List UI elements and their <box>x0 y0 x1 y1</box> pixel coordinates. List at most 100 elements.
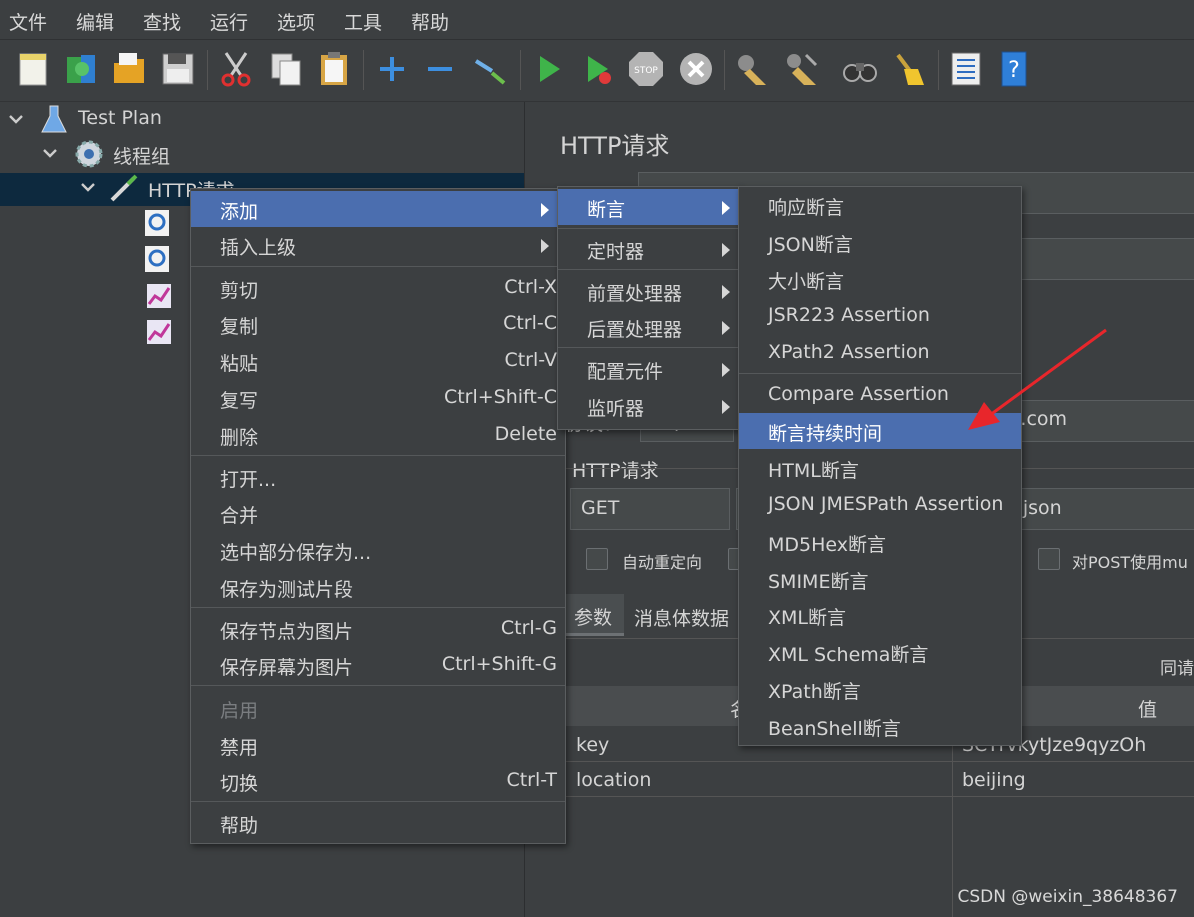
tab-parameters[interactable]: 参数 <box>566 594 624 636</box>
open-folder-icon[interactable] <box>110 49 150 89</box>
save-icon[interactable] <box>158 49 198 89</box>
chevron-down-icon[interactable] <box>78 178 98 198</box>
column-value: 值 <box>1138 699 1158 721</box>
toolbar-separator <box>363 50 364 90</box>
menu-edit[interactable]: 编辑 <box>76 8 114 35</box>
menu-run[interactable]: 运行 <box>210 8 248 35</box>
new-file-icon[interactable] <box>14 49 54 89</box>
submenu-item-timer[interactable]: 定时器 <box>558 231 740 267</box>
menu-item-toggle[interactable]: 切换 Ctrl-T <box>191 763 565 799</box>
paste-icon[interactable] <box>314 49 354 89</box>
menu-separator <box>191 685 565 686</box>
assertion-item-smime[interactable]: SMIME断言 <box>739 561 1021 597</box>
cut-icon[interactable] <box>216 49 256 89</box>
menu-item-paste[interactable]: 粘贴 Ctrl-V <box>191 343 565 379</box>
tree-item-test-plan[interactable]: Test Plan <box>78 107 162 129</box>
chevron-down-icon[interactable] <box>6 110 26 130</box>
graph-icon <box>147 320 171 344</box>
toolbar-separator <box>207 50 208 90</box>
menu-item-save-selection[interactable]: 选中部分保存为... <box>191 532 565 568</box>
copy-icon[interactable] <box>266 49 306 89</box>
submenu-item-post-processor[interactable]: 后置处理器 <box>558 309 740 345</box>
menu-separator <box>191 266 565 267</box>
assertion-item-md5hex[interactable]: MD5Hex断言 <box>739 524 1021 560</box>
menu-item-insert-parent[interactable]: 插入上级 <box>191 227 565 263</box>
toolbar-separator <box>520 50 521 90</box>
tab-body-data[interactable]: 消息体数据 <box>634 604 729 631</box>
toolbar-separator <box>938 50 939 90</box>
multipart-label: 对POST使用mu <box>1072 553 1188 572</box>
menu-tools[interactable]: 工具 <box>344 8 382 35</box>
menu-item-merge[interactable]: 合并 <box>191 495 565 531</box>
function-helper-icon[interactable] <box>946 49 986 89</box>
send-with-request-label: 同请 <box>1160 659 1194 679</box>
submenu-item-assertion[interactable]: 断言 <box>558 189 740 225</box>
reset-search-icon[interactable] <box>888 49 928 89</box>
annotation-arrow-icon <box>968 328 1107 430</box>
assertion-item-response[interactable]: 响应断言 <box>739 187 1021 223</box>
menu-help[interactable]: 帮助 <box>411 8 449 35</box>
menu-file[interactable]: 文件 <box>9 8 47 35</box>
add-submenu: 断言 定时器 前置处理器 后置处理器 配置元件 监听器 <box>557 186 741 430</box>
assertion-item-json-jmespath[interactable]: JSON JMESPath Assertion <box>739 487 1021 523</box>
clear-all-icon[interactable] <box>782 49 822 89</box>
menu-item-add[interactable]: 添加 <box>191 191 565 227</box>
toolbar: STOP ? <box>0 40 1194 102</box>
menu-item-open[interactable]: 打开... <box>191 459 565 495</box>
tree-item-thread-group[interactable]: 线程组 <box>113 142 170 169</box>
menu-bar: 文件 编辑 查找 运行 选项 工具 帮助 <box>0 0 1194 40</box>
assertion-item-json[interactable]: JSON断言 <box>739 224 1021 260</box>
toolbar-separator <box>724 50 725 90</box>
submenu-item-config-element[interactable]: 配置元件 <box>558 351 740 387</box>
templates-icon[interactable] <box>62 49 102 89</box>
clear-icon[interactable] <box>732 49 772 89</box>
menu-item-copy[interactable]: 复制 Ctrl-C <box>191 306 565 342</box>
menu-item-help[interactable]: 帮助 <box>191 805 565 841</box>
menu-item-save-screen-image[interactable]: 保存屏幕为图片 Ctrl+Shift-G <box>191 647 565 683</box>
shutdown-icon[interactable] <box>676 49 716 89</box>
search-icon[interactable] <box>840 49 880 89</box>
menu-separator <box>191 455 565 456</box>
assertion-item-html[interactable]: HTML断言 <box>739 450 1021 486</box>
menu-item-duplicate[interactable]: 复写 Ctrl+Shift-C <box>191 380 565 416</box>
menu-separator <box>558 228 740 229</box>
http-request-section-label: HTTP请求 <box>572 460 659 482</box>
menu-separator <box>558 269 740 270</box>
auto-redirect-checkbox[interactable] <box>586 548 608 570</box>
svg-text:STOP: STOP <box>634 66 658 76</box>
assertion-item-beanshell[interactable]: BeanShell断言 <box>739 708 1021 744</box>
gear-icon <box>75 140 103 168</box>
menu-item-cut[interactable]: 剪切 Ctrl-X <box>191 270 565 306</box>
help-icon[interactable]: ? <box>994 49 1034 89</box>
submenu-item-pre-processor[interactable]: 前置处理器 <box>558 273 740 309</box>
table-row[interactable]: location beijing <box>566 763 1194 797</box>
method-select[interactable]: GET <box>570 488 730 530</box>
assertion-item-xml[interactable]: XML断言 <box>739 597 1021 633</box>
start-icon[interactable] <box>528 49 568 89</box>
pipette-icon <box>110 174 138 202</box>
menu-item-save-fragment[interactable]: 保存为测试片段 <box>191 569 565 605</box>
chevron-down-icon[interactable] <box>40 144 60 164</box>
svg-text:?: ? <box>1008 58 1020 83</box>
menu-item-save-node-image[interactable]: 保存节点为图片 Ctrl-G <box>191 611 565 647</box>
assertion-item-size[interactable]: 大小断言 <box>739 261 1021 297</box>
submenu-item-listener[interactable]: 监听器 <box>558 388 740 424</box>
toggle-icon[interactable] <box>470 49 510 89</box>
menu-item-enable: 启用 <box>220 700 259 722</box>
menu-item-disable[interactable]: 禁用 <box>191 727 565 763</box>
row-name: location <box>576 769 652 791</box>
start-no-pauses-icon[interactable] <box>578 49 618 89</box>
menu-search[interactable]: 查找 <box>143 8 181 35</box>
watermark: CSDN @weixin_38648367 <box>957 887 1178 907</box>
expand-all-icon[interactable] <box>372 49 412 89</box>
stop-icon[interactable]: STOP <box>626 49 666 89</box>
menu-item-delete[interactable]: 删除 Delete <box>191 417 565 453</box>
menu-options[interactable]: 选项 <box>277 8 315 35</box>
auto-redirect-label: 自动重定向 <box>622 553 703 572</box>
collapse-all-icon[interactable] <box>420 49 460 89</box>
context-menu: 添加 插入上级 剪切 Ctrl-X 复制 Ctrl-C 粘贴 Ctrl-V 复写 Ctr… <box>190 188 566 844</box>
assertion-item-xml-schema[interactable]: XML Schema断言 <box>739 634 1021 670</box>
menu-separator <box>191 801 565 802</box>
multipart-checkbox[interactable] <box>1038 548 1060 570</box>
assertion-item-xpath[interactable]: XPath断言 <box>739 671 1021 707</box>
